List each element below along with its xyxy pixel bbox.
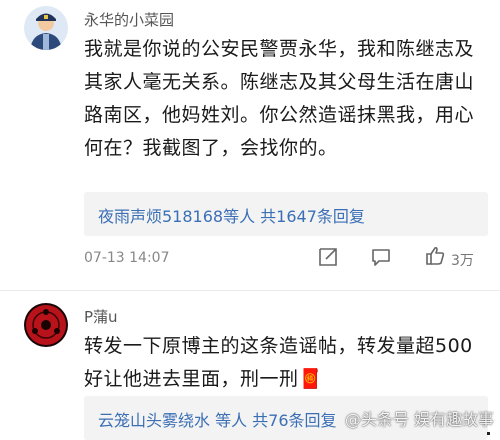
comment-icon[interactable] <box>370 246 392 268</box>
like-icon[interactable] <box>424 245 446 267</box>
like-count: 3万 <box>451 253 474 269</box>
comment-item: 永华的小菜园 我就是你说的公安民警贾永华，我和陈继志及其家人毫无关系。陈继志及其… <box>0 0 500 290</box>
comment-timestamp: 07-13 14:07 <box>84 250 170 266</box>
comment-text: 我就是你说的公安民警贾永华，我和陈继志及其家人毫无关系。陈继志及其父母生活在唐山… <box>84 38 475 159</box>
replies-summary-link[interactable]: 云笼山头雾绕水 等人 共76条回复 <box>98 407 337 431</box>
comment-text: 转发一下原博主的这条造谣帖，转发量超500好让他进去里面，刑一刑🧧 <box>84 330 484 396</box>
watermark: @头条号 娱有趣故事 <box>344 410 494 429</box>
avatar[interactable] <box>24 303 68 347</box>
comment-username[interactable]: 永华的小菜园 <box>84 9 174 30</box>
red-envelope-emoji: 🧧 <box>298 368 323 390</box>
corner-dot <box>487 432 490 435</box>
replies-box[interactable]: 夜雨声烦518168等人 共1647条回复 <box>84 192 488 236</box>
police-avatar-icon <box>24 6 68 50</box>
sharingan-avatar-icon <box>24 303 68 347</box>
share-icon[interactable] <box>317 246 339 268</box>
avatar[interactable] <box>24 6 68 50</box>
replies-summary-link[interactable]: 夜雨声烦518168等人 共1647条回复 <box>98 203 365 227</box>
comment-username[interactable]: P蒲u <box>84 306 118 327</box>
comment-text-body: 转发一下原博主的这条造谣帖，转发量超500好让他进去里面，刑一刑 <box>84 335 473 390</box>
